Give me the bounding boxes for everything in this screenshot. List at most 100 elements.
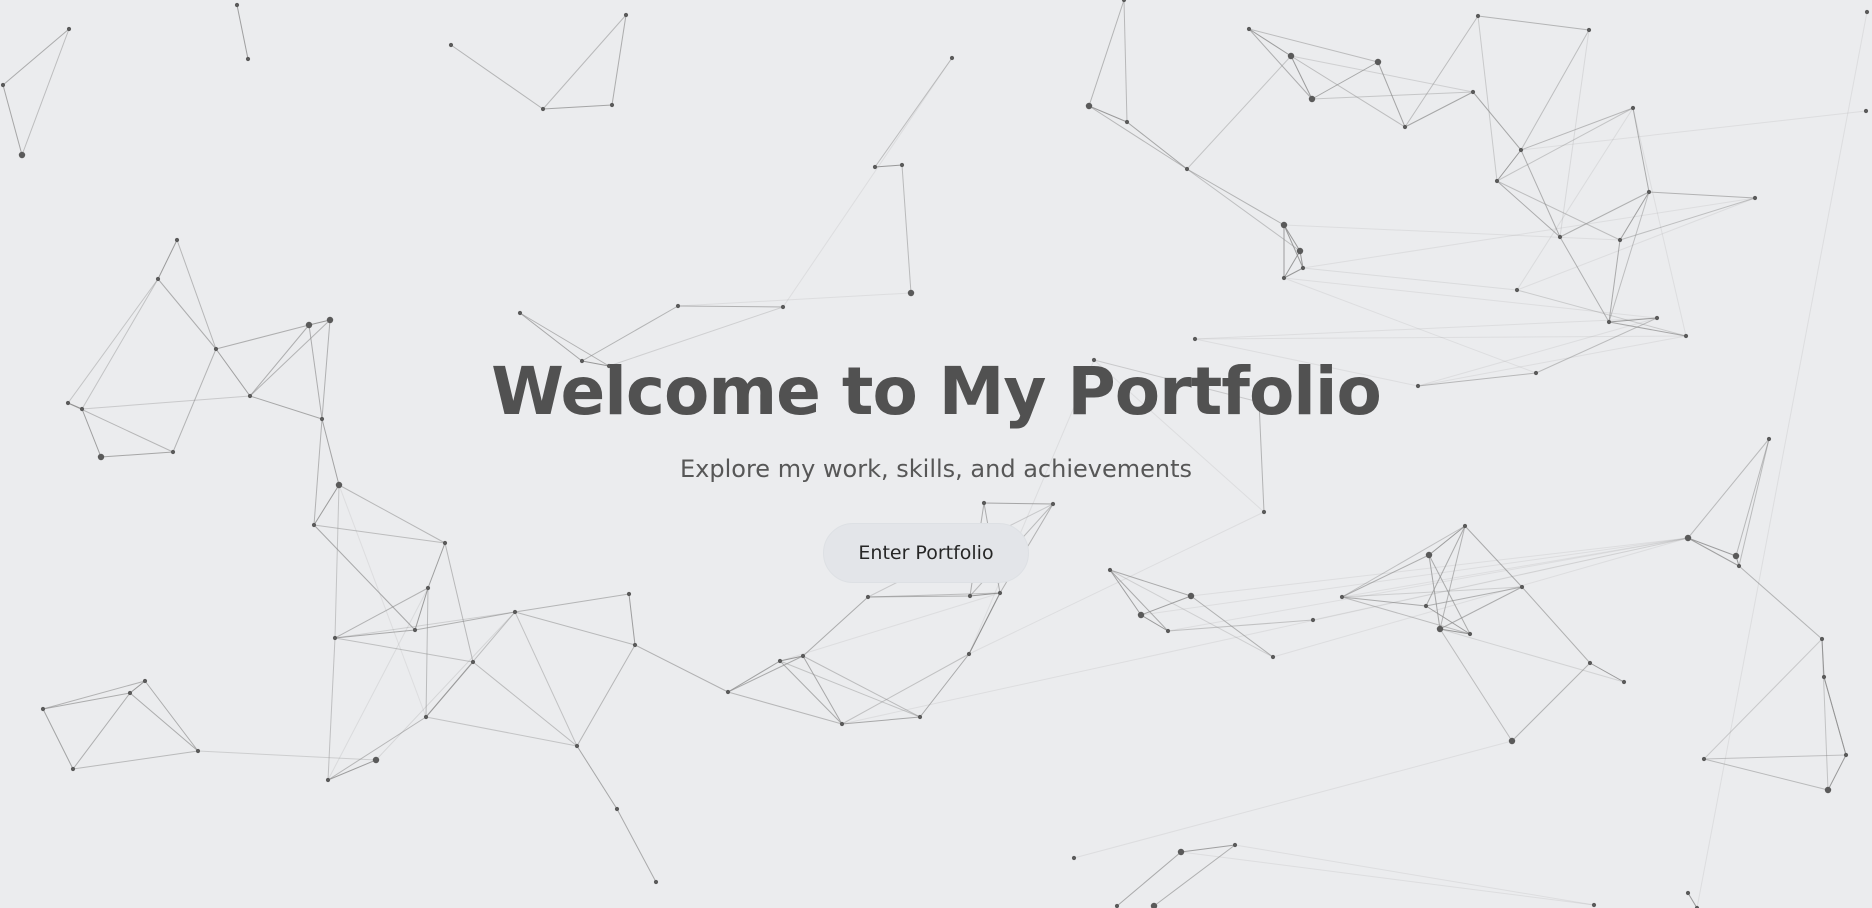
network-link (1116, 851, 1182, 907)
network-node (981, 500, 987, 506)
network-node (1374, 58, 1382, 66)
network-node (609, 102, 615, 108)
network-node (1508, 737, 1516, 745)
network-node (1701, 756, 1707, 762)
network-link (427, 542, 446, 589)
network-link (321, 319, 331, 420)
network-node (1114, 903, 1120, 908)
network-node (1107, 567, 1113, 573)
particle-network-background (0, 0, 1870, 908)
network-link (1290, 55, 1474, 93)
network-link (1404, 15, 1479, 128)
network-node (1646, 189, 1652, 195)
network-node (1519, 584, 1525, 590)
network-node (1085, 102, 1093, 110)
network-link (338, 484, 446, 544)
network-link (1302, 197, 1756, 269)
network-link (327, 716, 427, 781)
network-link (249, 319, 331, 397)
network-link (519, 312, 583, 362)
network-node (311, 522, 317, 528)
network-link (1088, 105, 1188, 170)
network-link (1180, 851, 1595, 906)
network-link (802, 596, 869, 657)
network-link (1248, 28, 1379, 63)
network-node (574, 743, 580, 749)
network-link (576, 745, 618, 810)
network-node (1184, 166, 1190, 172)
network-node (1654, 315, 1660, 321)
network-node (899, 162, 905, 168)
network-link (1559, 236, 1610, 323)
network-nodes (0, 0, 1870, 908)
network-node (170, 449, 176, 455)
network-node (540, 106, 546, 112)
network-node (1310, 617, 1316, 623)
network-link (1140, 595, 1192, 616)
network-node (623, 12, 629, 18)
network-node (1766, 436, 1772, 442)
network-node (1071, 855, 1077, 861)
network-link (1439, 586, 1523, 630)
network-node (70, 766, 76, 772)
network-link (1302, 267, 1518, 291)
network-node (1124, 119, 1130, 125)
network-link (172, 348, 217, 453)
network-node (127, 690, 133, 696)
network-link (1521, 586, 1591, 664)
network-link (42, 708, 74, 770)
network-link (1511, 662, 1591, 742)
network-link (1417, 317, 1658, 387)
network-node (1121, 0, 1127, 3)
network-node (65, 400, 71, 406)
network-node (1246, 26, 1252, 32)
network-node (1863, 108, 1869, 114)
network-link (1827, 754, 1847, 791)
network-link (1477, 15, 1590, 31)
network-node (606, 363, 612, 369)
network-node (907, 289, 915, 297)
network-link (542, 104, 613, 110)
network-node (1137, 611, 1145, 619)
network-link (1283, 277, 1658, 319)
network-link (21, 28, 70, 156)
network-link (2, 84, 23, 156)
network-node (213, 346, 219, 352)
enter-portfolio-button[interactable]: Enter Portfolio (823, 523, 1029, 583)
network-link (1123, 0, 1128, 123)
network-link (1632, 107, 1650, 193)
network-node (448, 42, 454, 48)
network-link (983, 502, 1054, 505)
network-link (1088, 0, 1125, 107)
network-node (1685, 890, 1691, 896)
network-node (517, 310, 523, 316)
network-node (1494, 178, 1500, 184)
network-node (1425, 551, 1433, 559)
network-node (800, 653, 806, 659)
network-link (1109, 569, 1142, 616)
network-link (576, 644, 636, 747)
network-link (727, 660, 781, 693)
network-node (1467, 631, 1473, 637)
network-node (1821, 674, 1827, 680)
network-node (1824, 786, 1832, 794)
network-link (677, 292, 912, 307)
network-link (1687, 892, 1698, 908)
network-link (727, 691, 843, 725)
network-link (1738, 565, 1823, 640)
network-link (67, 402, 174, 453)
network-node (18, 151, 26, 159)
network-node (1621, 679, 1627, 685)
network-node (1606, 319, 1612, 325)
network-link (1093, 359, 1265, 513)
network-node (142, 678, 148, 684)
network-node (1843, 752, 1849, 758)
network-node (97, 453, 105, 461)
network-link (628, 593, 636, 646)
network-link (72, 692, 131, 770)
network-link (1194, 317, 1658, 340)
network-node (1684, 534, 1692, 542)
network-node (777, 658, 783, 664)
network-node (1557, 234, 1563, 240)
network-link (1248, 28, 1313, 100)
